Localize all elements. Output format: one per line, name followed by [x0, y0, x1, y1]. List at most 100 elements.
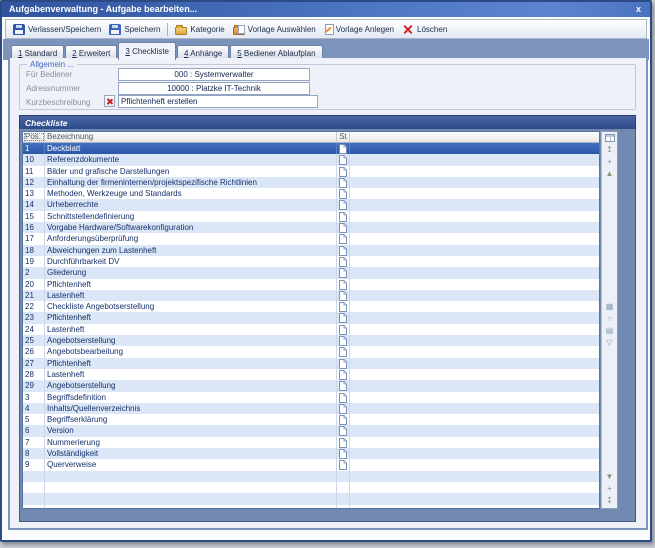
table-row[interactable]: 29 Angebotserstellung: [23, 380, 599, 391]
table-row[interactable]: 14 Urheberrechte: [23, 199, 599, 210]
table-row[interactable]: 21 Lastenheft: [23, 290, 599, 301]
table-row[interactable]: 11 Bilder und grafische Darstellungen: [23, 166, 599, 177]
side-toolbar-top-group: ↥ + ▲: [602, 145, 617, 178]
row-pos: 16: [23, 222, 45, 233]
row-empty-cell: [350, 211, 599, 222]
row-name: Angebotserstellung: [45, 380, 337, 391]
template-create-button[interactable]: Vorlage Anlegen: [320, 22, 398, 37]
delete-button[interactable]: Löschen: [398, 22, 451, 37]
window-title: Aufgabenverwaltung - Aufgabe bearbeiten.…: [9, 2, 197, 17]
row-pos: 25: [23, 335, 45, 346]
table-row[interactable]: [23, 471, 599, 482]
table-row[interactable]: 13 Methoden, Werkzeuge und Standards: [23, 188, 599, 199]
table-row[interactable]: 23 Pflichtenheft: [23, 312, 599, 323]
column-header-pos[interactable]: Pos.: [23, 132, 45, 142]
category-button[interactable]: Kategorie: [171, 23, 228, 36]
adressnummer-field[interactable]: 10000 : Platzke IT-Technik: [118, 82, 310, 95]
row-name: Methoden, Werkzeuge und Standards: [45, 188, 337, 199]
table-row[interactable]: 7 Nummerierung: [23, 437, 599, 448]
kurzbeschreibung-field[interactable]: Pflichtenheft erstellen: [118, 95, 318, 108]
save-button[interactable]: Speichern: [105, 22, 164, 37]
table-row[interactable]: 16 Vorgabe Hardware/Softwarekonfiguratio…: [23, 222, 599, 233]
fuer-bediener-field[interactable]: 000 : Systemverwalter: [118, 68, 310, 81]
table-row[interactable]: 24 Lastenheft: [23, 324, 599, 335]
row-empty-cell: [350, 392, 599, 403]
row-status: [337, 177, 350, 188]
row-empty-cell: [350, 267, 599, 278]
table-row[interactable]: 6 Version: [23, 425, 599, 436]
row-pos: 24: [23, 324, 45, 335]
table-row[interactable]: 12 Einhaltung der firmeninternen/projekt…: [23, 177, 599, 188]
row-empty-cell: [350, 425, 599, 436]
add-row-icon[interactable]: +: [607, 157, 612, 166]
document-icon: [339, 223, 347, 233]
notes-icon[interactable]: ▤: [606, 326, 614, 335]
row-status: [337, 279, 350, 290]
folder-doc-icon: [233, 27, 245, 35]
scroll-bottom-icon[interactable]: ↧: [606, 496, 613, 505]
row-status: [337, 392, 350, 403]
search-icon[interactable]: ○: [607, 314, 612, 323]
row-empty-cell: [350, 324, 599, 335]
leave-save-button[interactable]: Verlassen/Speichern: [9, 22, 105, 37]
table-row[interactable]: 8 Vollständigkeit: [23, 448, 599, 459]
table-row[interactable]: 28 Lastenheft: [23, 369, 599, 380]
row-name: Deckblatt: [45, 143, 337, 154]
column-chooser-icon[interactable]: [605, 134, 615, 142]
table-row[interactable]: 4 Inhalts/Quellenverzeichnis: [23, 403, 599, 414]
table-row[interactable]: [23, 505, 599, 510]
table-row[interactable]: 5 Begriffserklärung: [23, 414, 599, 425]
document-icon: [339, 212, 347, 222]
row-empty-cell: [350, 369, 599, 380]
table-row[interactable]: 10 Referenzdokumente: [23, 154, 599, 165]
table-row[interactable]: [23, 493, 599, 504]
table-row[interactable]: 18 Abweichungen zum Lastenheft: [23, 245, 599, 256]
kurzbeschreibung-label: Kurzbeschreibung: [26, 98, 112, 107]
row-status: [337, 154, 350, 165]
row-empty-cell: [350, 380, 599, 391]
row-empty-cell: [350, 188, 599, 199]
row-empty-cell: [350, 403, 599, 414]
column-header-bezeichnung[interactable]: Bezeichnung: [45, 132, 337, 142]
column-header-st[interactable]: St: [337, 132, 350, 142]
row-status: [337, 199, 350, 210]
folder-open-icon: [175, 27, 187, 35]
add-row-end-icon[interactable]: +: [607, 484, 612, 493]
floppy-icon: [109, 24, 121, 35]
clear-x-icon[interactable]: [104, 95, 115, 107]
row-pos: 5: [23, 414, 45, 425]
table-row[interactable]: 20 Pflichtenheft: [23, 279, 599, 290]
toolbar-separator: [167, 23, 168, 36]
tab-checkliste[interactable]: 3 Checkliste: [118, 42, 176, 60]
scroll-top-icon[interactable]: ↥: [606, 145, 613, 154]
move-up-icon[interactable]: ▲: [606, 169, 614, 178]
table-row[interactable]: 2 Gliederung: [23, 267, 599, 278]
row-status: [337, 166, 350, 177]
document-icon: [339, 336, 347, 346]
row-pos: [23, 471, 45, 482]
table-row[interactable]: 25 Angebotserstellung: [23, 335, 599, 346]
table-row[interactable]: 26 Angebotsbearbeitung: [23, 346, 599, 357]
close-icon[interactable]: x: [634, 3, 643, 16]
table-row[interactable]: 27 Pflichtenheft: [23, 358, 599, 369]
table-row[interactable]: 19 Durchführbarkeit DV: [23, 256, 599, 267]
row-empty-cell: [350, 166, 599, 177]
table-row[interactable]: 15 Schnittstellendefinierung: [23, 211, 599, 222]
row-status: [337, 380, 350, 391]
table-row[interactable]: 9 Querverweise: [23, 459, 599, 470]
filter-icon[interactable]: ▽: [606, 338, 612, 347]
table-row[interactable]: 22 Checkliste Angebotserstellung: [23, 301, 599, 312]
row-pos: 22: [23, 301, 45, 312]
table-row[interactable]: 3 Begriffsdefinition: [23, 392, 599, 403]
row-name: [45, 482, 337, 493]
grid-view-icon[interactable]: ▦: [606, 302, 614, 311]
table-row[interactable]: 1 Deckblatt: [23, 143, 599, 154]
move-down-icon[interactable]: ▼: [606, 472, 614, 481]
document-icon: [339, 449, 347, 459]
row-name: Vollständigkeit: [45, 448, 337, 459]
row-pos: 12: [23, 177, 45, 188]
document-icon: [339, 359, 347, 369]
template-select-button[interactable]: Vorlage Auswählen: [229, 23, 320, 36]
table-row[interactable]: [23, 482, 599, 493]
table-row[interactable]: 17 Anforderungsüberprüfung: [23, 233, 599, 244]
